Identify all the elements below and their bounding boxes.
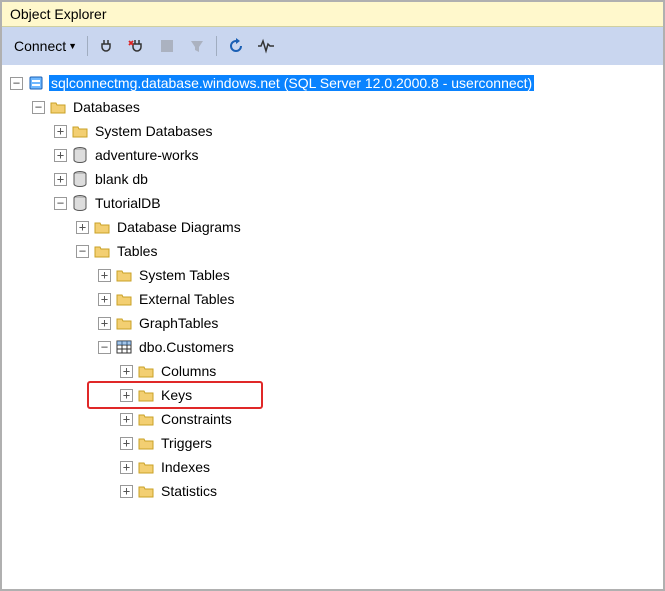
folder-icon: [115, 266, 133, 284]
folder-icon: [93, 218, 111, 236]
tree-label: Constraints: [159, 411, 234, 427]
window-title: Object Explorer: [2, 2, 663, 27]
database-icon: [71, 194, 89, 212]
table-icon: [115, 338, 133, 356]
collapse-icon[interactable]: −: [76, 245, 89, 258]
connect-button[interactable]: Connect ▼: [8, 34, 83, 58]
folder-icon: [93, 242, 111, 260]
collapse-icon[interactable]: −: [54, 197, 67, 210]
folder-icon: [115, 290, 133, 308]
toolbar-separator: [87, 36, 88, 56]
folder-icon: [137, 458, 155, 476]
collapse-icon[interactable]: −: [10, 77, 23, 90]
tree-label: blank db: [93, 171, 150, 187]
database-icon: [71, 146, 89, 164]
expand-icon[interactable]: +: [120, 413, 133, 426]
expand-icon[interactable]: +: [120, 461, 133, 474]
folder-icon: [137, 482, 155, 500]
window-title-text: Object Explorer: [10, 6, 106, 22]
toolbar-separator: [216, 36, 217, 56]
tree-node-blank-db[interactable]: + blank db: [6, 167, 659, 191]
tree-label: sqlconnectmg.database.windows.net (SQL S…: [49, 75, 534, 91]
folder-icon: [137, 410, 155, 428]
expand-icon[interactable]: +: [76, 221, 89, 234]
object-explorer-tree[interactable]: − sqlconnectmg.database.windows.net (SQL…: [2, 65, 663, 509]
tree-label: Keys: [159, 387, 194, 403]
expand-icon[interactable]: +: [98, 269, 111, 282]
expand-icon[interactable]: +: [120, 437, 133, 450]
collapse-icon[interactable]: −: [32, 101, 45, 114]
folder-icon: [115, 314, 133, 332]
filter-icon[interactable]: [184, 33, 210, 59]
tree-label: Database Diagrams: [115, 219, 243, 235]
tree-node-graph-tables[interactable]: + GraphTables: [6, 311, 659, 335]
tree-node-server[interactable]: − sqlconnectmg.database.windows.net (SQL…: [6, 71, 659, 95]
collapse-icon[interactable]: −: [98, 341, 111, 354]
tree-node-tutorialdb[interactable]: − TutorialDB: [6, 191, 659, 215]
folder-icon: [137, 362, 155, 380]
tree-node-indexes[interactable]: + Indexes: [6, 455, 659, 479]
tree-node-columns[interactable]: + Columns: [6, 359, 659, 383]
tree-node-system-tables[interactable]: + System Tables: [6, 263, 659, 287]
tree-label: adventure-works: [93, 147, 201, 163]
tree-node-databases[interactable]: − Databases: [6, 95, 659, 119]
tree-label: Indexes: [159, 459, 212, 475]
tree-node-database-diagrams[interactable]: + Database Diagrams: [6, 215, 659, 239]
tree-label: Triggers: [159, 435, 214, 451]
tree-node-statistics[interactable]: + Statistics: [6, 479, 659, 503]
expand-icon[interactable]: +: [54, 149, 67, 162]
folder-icon: [137, 434, 155, 452]
toolbar: Connect ▼: [2, 27, 663, 65]
tree-label: Databases: [71, 99, 142, 115]
database-icon: [71, 170, 89, 188]
tree-label: Statistics: [159, 483, 219, 499]
tree-label: Tables: [115, 243, 159, 259]
expand-icon[interactable]: +: [54, 125, 67, 138]
folder-icon: [49, 98, 67, 116]
expand-icon[interactable]: +: [120, 365, 133, 378]
tree-node-external-tables[interactable]: + External Tables: [6, 287, 659, 311]
dropdown-caret-icon: ▼: [68, 41, 77, 51]
tree-node-triggers[interactable]: + Triggers: [6, 431, 659, 455]
tree-label: TutorialDB: [93, 195, 163, 211]
tree-node-system-databases[interactable]: + System Databases: [6, 119, 659, 143]
connect-plug-icon[interactable]: [94, 33, 120, 59]
tree-node-constraints[interactable]: + Constraints: [6, 407, 659, 431]
folder-icon: [71, 122, 89, 140]
tree-node-keys[interactable]: + Keys: [6, 383, 659, 407]
tree-label: System Tables: [137, 267, 232, 283]
tree-node-dbo-customers[interactable]: − dbo.Customers: [6, 335, 659, 359]
activity-icon[interactable]: [253, 33, 279, 59]
stop-icon[interactable]: [154, 33, 180, 59]
disconnect-plug-icon[interactable]: [124, 33, 150, 59]
expand-icon[interactable]: +: [98, 293, 111, 306]
tree-node-tables[interactable]: − Tables: [6, 239, 659, 263]
expand-icon[interactable]: +: [120, 389, 133, 402]
refresh-icon[interactable]: [223, 33, 249, 59]
expand-icon[interactable]: +: [54, 173, 67, 186]
expand-icon[interactable]: +: [120, 485, 133, 498]
tree-label: System Databases: [93, 123, 215, 139]
connect-label: Connect: [14, 38, 66, 54]
folder-icon: [137, 386, 155, 404]
tree-label: Columns: [159, 363, 218, 379]
tree-label: dbo.Customers: [137, 339, 236, 355]
tree-node-adventure-works[interactable]: + adventure-works: [6, 143, 659, 167]
tree-label: External Tables: [137, 291, 236, 307]
expand-icon[interactable]: +: [98, 317, 111, 330]
tree-label: GraphTables: [137, 315, 220, 331]
server-icon: [27, 74, 45, 92]
